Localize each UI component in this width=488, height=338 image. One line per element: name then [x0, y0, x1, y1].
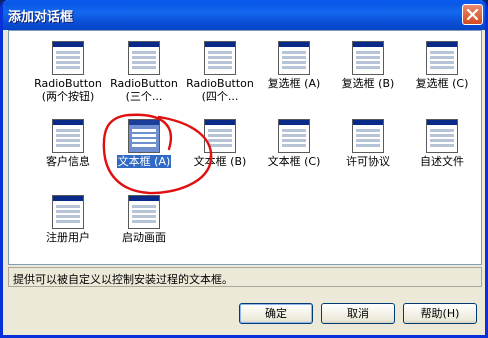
dialog-template-icon — [52, 41, 84, 75]
dialog-template-icon — [128, 195, 160, 229]
dialog-template-icon — [128, 41, 160, 75]
status-text: 提供可以被自定义以控制安装过程的文本框。 — [13, 273, 233, 286]
dialog-item[interactable]: 许可协议 — [327, 119, 409, 189]
status-bar: 提供可以被自定义以控制安装过程的文本框。 — [8, 267, 482, 287]
dialog-item[interactable]: RadioButton (三个... — [103, 41, 185, 111]
dialog-template-icon — [52, 195, 84, 229]
item-label: RadioButton — [34, 77, 102, 90]
dialog-template-list[interactable]: RadioButton (两个按钮) RadioButton (三个... Radi… — [8, 30, 482, 265]
close-icon — [466, 8, 479, 21]
title-bar[interactable]: 添加对话框 — [3, 0, 485, 30]
dialog-template-icon — [426, 41, 458, 75]
item-label: 客户信息 — [46, 155, 90, 168]
dialog-item[interactable]: 自述文件 — [401, 119, 483, 189]
dialog-template-icon — [278, 41, 310, 75]
dialog-item[interactable]: 文本框 (C) — [253, 119, 335, 189]
dialog-item[interactable]: 文本框 (B) — [179, 119, 261, 189]
close-button[interactable] — [462, 4, 483, 25]
item-label: 复选框 (C) — [415, 77, 469, 90]
dialog-template-icon — [204, 41, 236, 75]
dialog-item[interactable]: 注册用户 — [27, 195, 109, 265]
item-label: RadioButton — [110, 77, 178, 90]
dialog-template-icon — [352, 119, 384, 153]
dialog-item-selected[interactable]: 文本框 (A) — [103, 119, 185, 189]
dialog-template-icon — [204, 119, 236, 153]
item-label: 注册用户 — [46, 231, 90, 244]
item-label: 文本框 (B) — [193, 155, 247, 168]
item-label: 复选框 (B) — [341, 77, 395, 90]
item-label: 文本框 (C) — [267, 155, 321, 168]
item-label: 复选框 (A) — [267, 77, 321, 90]
dialog-template-icon — [426, 119, 458, 153]
dialog-template-icon — [52, 119, 84, 153]
window-title: 添加对话框 — [8, 10, 74, 25]
help-button[interactable]: 帮助(H) — [403, 303, 477, 324]
dialog-template-icon — [128, 119, 160, 153]
add-dialog-window: 添加对话框 RadioButton (两个按钮) RadioButton (三个..… — [0, 0, 488, 338]
item-sublabel: (四个... — [201, 90, 239, 103]
item-label: 自述文件 — [420, 155, 464, 168]
dialog-template-icon — [352, 41, 384, 75]
dialog-item[interactable]: 复选框 (B) — [327, 41, 409, 111]
dialog-item[interactable]: RadioButton (四个... — [179, 41, 261, 111]
dialog-item[interactable]: 启动画面 — [103, 195, 185, 265]
ok-button[interactable]: 确定 — [239, 303, 313, 324]
dialog-item[interactable]: 复选框 (A) — [253, 41, 335, 111]
dialog-item[interactable]: RadioButton (两个按钮) — [27, 41, 109, 111]
item-label: 文本框 (A) — [116, 155, 172, 168]
cancel-button[interactable]: 取消 — [321, 303, 395, 324]
dialog-item[interactable]: 客户信息 — [27, 119, 109, 189]
item-sublabel: (两个按钮) — [41, 90, 95, 103]
dialog-template-icon — [278, 119, 310, 153]
item-sublabel: (三个... — [125, 90, 163, 103]
item-label: 许可协议 — [346, 155, 390, 168]
dialog-item[interactable]: 复选框 (C) — [401, 41, 483, 111]
item-label: RadioButton — [186, 77, 254, 90]
item-label: 启动画面 — [122, 231, 166, 244]
